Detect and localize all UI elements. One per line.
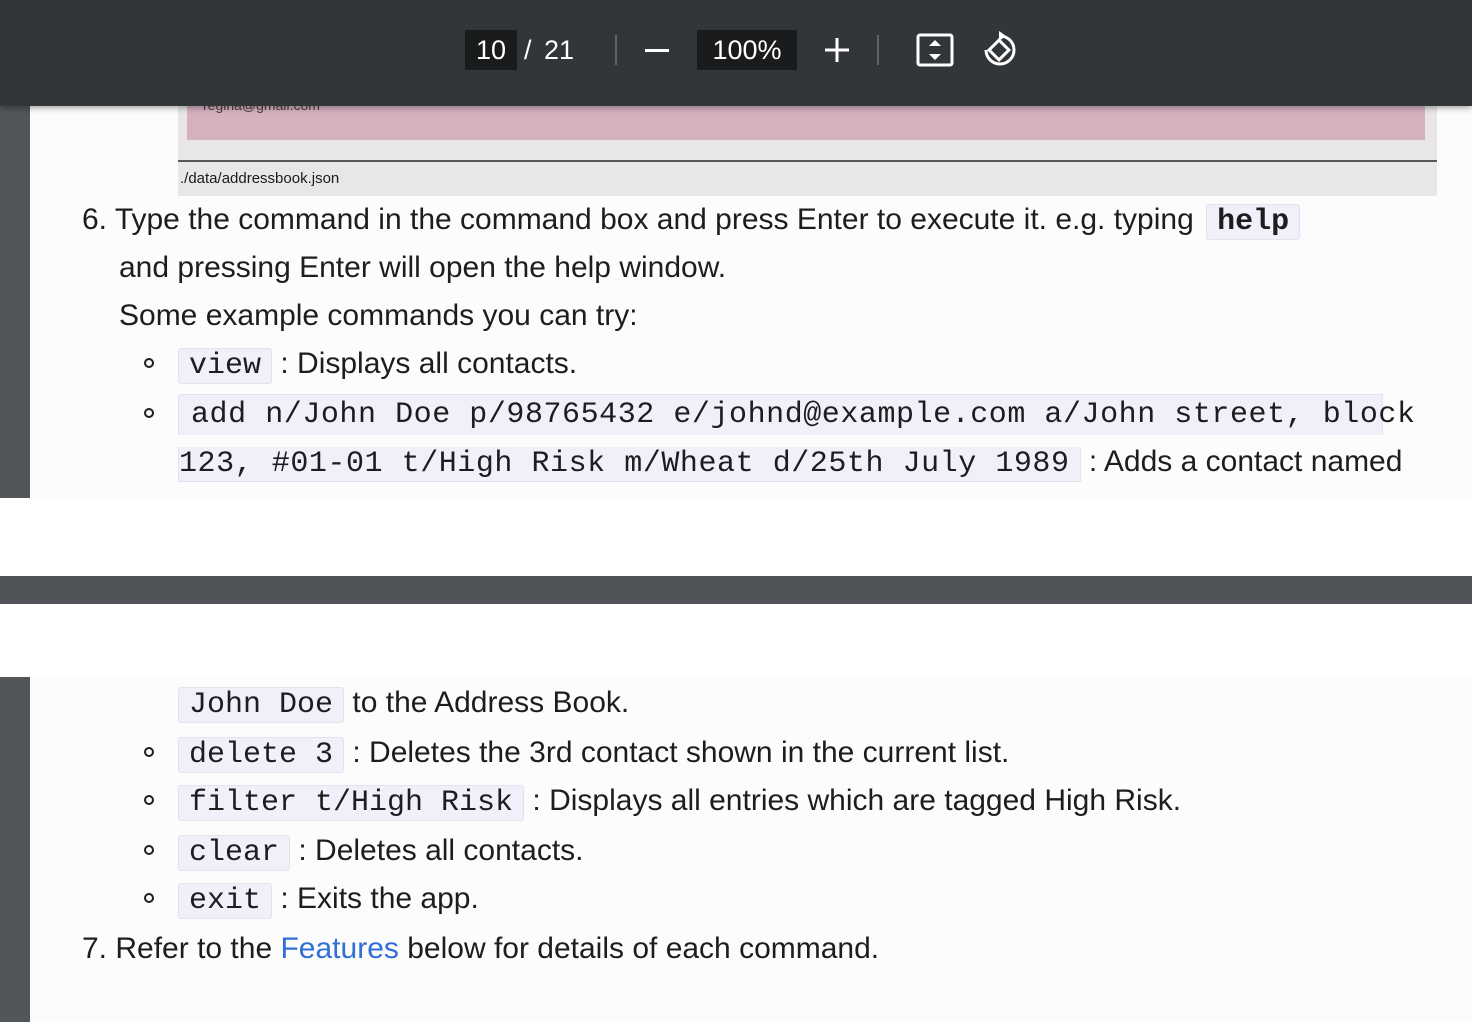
step-6-line-2: and pressing Enter will open the help wi…	[119, 251, 727, 284]
rotate-icon	[984, 31, 1016, 66]
toolbar-divider	[877, 35, 879, 65]
bullet-icon	[144, 747, 154, 757]
list-item-view: view : Displays all contacts.	[178, 344, 577, 386]
desc-add-continued: to the Address Book.	[352, 686, 630, 719]
bullet-icon	[144, 845, 154, 855]
code-john-doe: John Doe	[178, 687, 345, 723]
step-6-number: 6.	[82, 203, 108, 236]
page-number-input[interactable]: 10	[465, 30, 517, 70]
code-delete: delete 3	[178, 737, 345, 773]
screenshot-divider	[178, 160, 1437, 162]
page-total: 21	[544, 34, 575, 65]
zoom-in-button[interactable]	[820, 30, 854, 70]
bullet-icon	[144, 795, 154, 805]
code-add-line-2: 123, #01-01 t/High Risk m/Wheat d/25th J…	[178, 447, 1081, 482]
features-link[interactable]: Features	[280, 932, 398, 965]
fit-to-page-icon	[916, 33, 954, 67]
plus-icon	[825, 38, 849, 62]
pdf-viewer: regina@gmail.com ./data/addressbook.json…	[0, 0, 1472, 1022]
code-exit: exit	[178, 883, 273, 919]
desc-delete: : Deletes the 3rd contact shown in the c…	[352, 736, 1010, 769]
zoom-level-input[interactable]: 100%	[697, 30, 797, 70]
list-item-clear: clear : Deletes all contacts.	[178, 831, 584, 873]
minus-icon	[645, 49, 669, 52]
toolbar-divider	[615, 35, 617, 65]
rotate-button[interactable]	[977, 28, 1021, 72]
code-help: help	[1206, 204, 1301, 240]
code-clear: clear	[178, 835, 291, 871]
code-view: view	[178, 348, 273, 384]
desc-exit: : Exits the app.	[280, 882, 479, 915]
page-bottom-margin	[0, 498, 1472, 576]
page-separator: /	[524, 34, 532, 65]
code-add-line-1: add n/John Doe p/98765432 e/johnd@exampl…	[178, 394, 1415, 435]
step-7-number: 7.	[82, 932, 108, 965]
pdf-toolbar: 10 / 21 100%	[0, 0, 1472, 106]
step-6-line-3: Some example commands you can try:	[119, 299, 638, 332]
desc-clear: : Deletes all contacts.	[298, 834, 584, 867]
page-gap	[0, 576, 1472, 604]
screenshot-status-path: ./data/addressbook.json	[180, 170, 340, 187]
step-7: 7. Refer to the Features below for detai…	[82, 929, 879, 969]
bullet-icon	[144, 893, 154, 903]
step-6-text: Type the command in the command box and …	[114, 203, 1194, 236]
list-item-exit: exit : Exits the app.	[178, 879, 479, 921]
embedded-screenshot: regina@gmail.com ./data/addressbook.json	[178, 100, 1437, 196]
bullet-icon	[144, 358, 154, 368]
desc-view: : Displays all contacts.	[280, 347, 578, 380]
step-6-line-1: 6. Type the command in the command box a…	[82, 200, 1301, 242]
list-item-filter: filter t/High Risk : Displays all entrie…	[178, 781, 1181, 823]
desc-filter: : Displays all entries which are tagged …	[532, 784, 1182, 817]
step-7-text-after: below for details of each command.	[407, 932, 880, 965]
code-filter: filter t/High Risk	[178, 785, 525, 821]
list-item-delete: delete 3 : Deletes the 3rd contact shown…	[178, 733, 1009, 775]
step-7-text-before: Refer to the	[115, 932, 273, 965]
desc-add: : Adds a contact named	[1088, 445, 1403, 478]
list-item-add-continued: John Doe to the Address Book.	[178, 683, 629, 725]
fit-to-page-button[interactable]	[913, 30, 957, 70]
bullet-icon	[144, 408, 154, 418]
list-item-add-line-2: 123, #01-01 t/High Risk m/Wheat d/25th J…	[178, 442, 1402, 484]
page-top-margin	[0, 604, 1472, 677]
zoom-out-button[interactable]	[640, 30, 674, 70]
screenshot-contact-card: regina@gmail.com	[187, 100, 1425, 140]
